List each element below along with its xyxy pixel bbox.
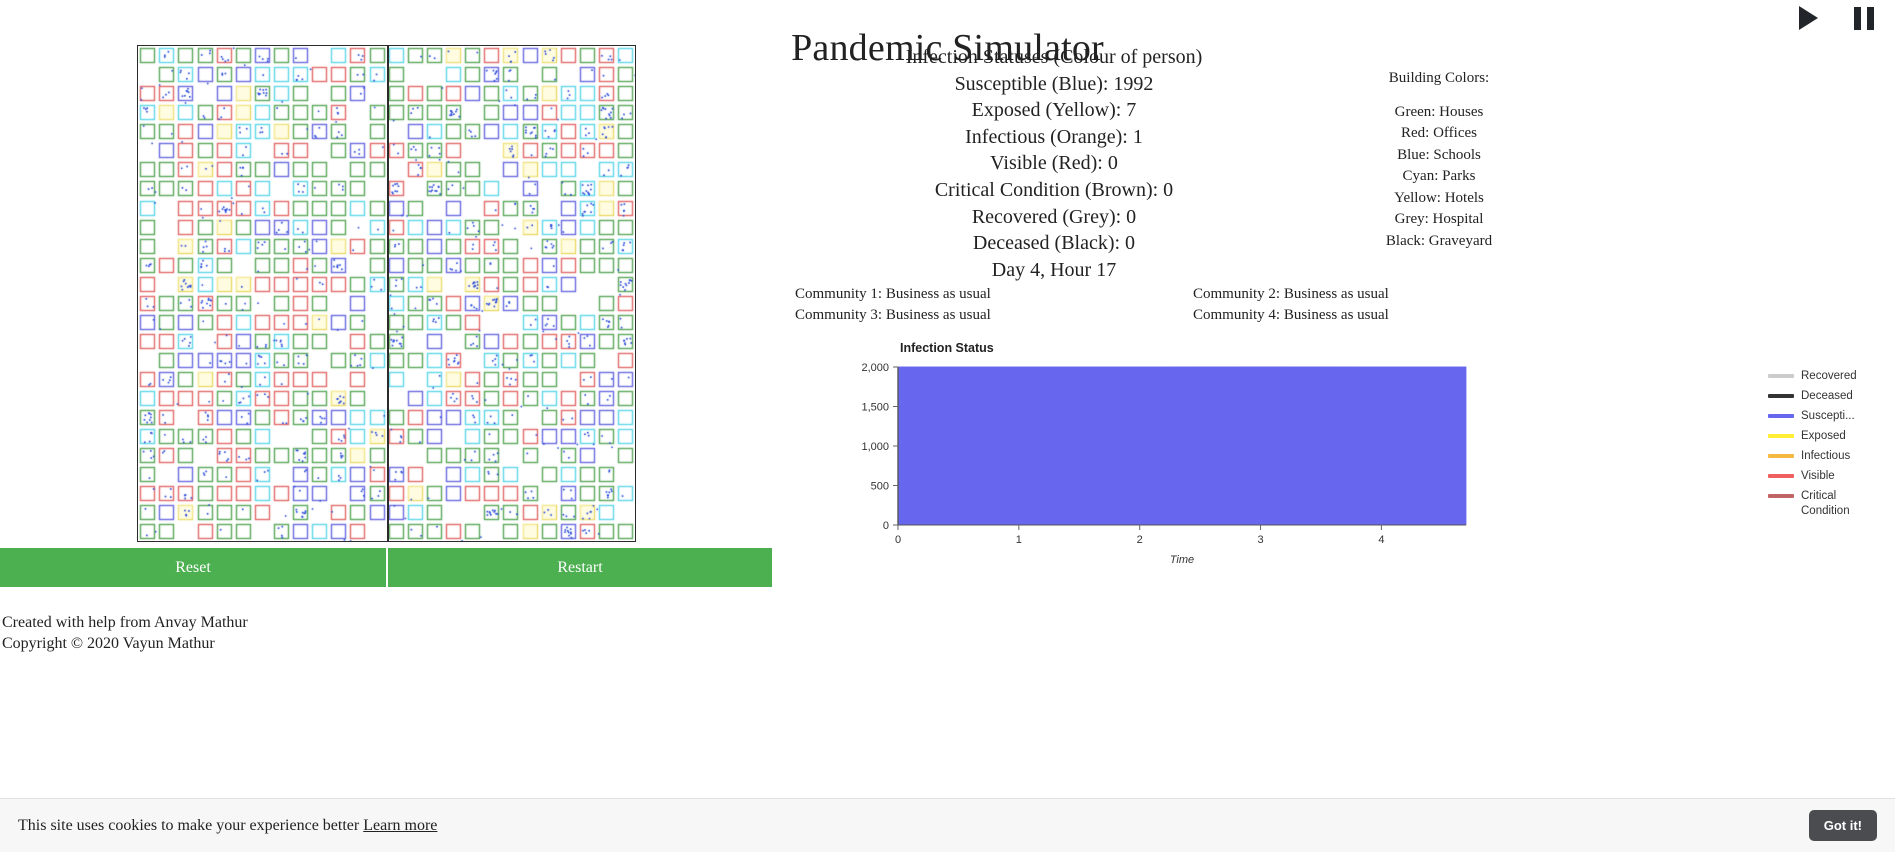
pause-button[interactable] — [1851, 4, 1877, 32]
x-tick-label: 1 — [1016, 534, 1022, 546]
y-tick-label: 1,000 — [861, 441, 889, 453]
legend-swatch-icon — [1768, 454, 1794, 458]
legend-label: Suscepti... — [1801, 409, 1855, 424]
restart-button[interactable]: Restart — [386, 548, 772, 587]
infection-statuses-panel: Infection Statuses (Colour of person) Su… — [795, 44, 1313, 283]
credits: Created with help from Anvay Mathur Copy… — [2, 612, 248, 654]
cookie-banner: This site uses cookies to make your expe… — [0, 798, 1895, 852]
building-color-item: Yellow: Hotels — [1330, 188, 1548, 210]
play-icon — [1799, 6, 1818, 30]
credits-line-2: Copyright © 2020 Vayun Mathur — [2, 633, 248, 654]
y-tick-label: 1,500 — [861, 402, 889, 414]
legend-label: Recovered — [1801, 369, 1857, 384]
building-color-item: Black: Graveyard — [1330, 231, 1548, 253]
legend-item[interactable]: Exposed — [1768, 429, 1873, 444]
legend-swatch-icon — [1768, 414, 1794, 418]
legend-swatch-icon — [1768, 474, 1794, 478]
community-status-3: Community 3: Business as usual — [795, 305, 1193, 325]
building-color-item: Red: Offices — [1330, 123, 1548, 145]
x-axis-label: Time — [1170, 554, 1194, 566]
community-status-4: Community 4: Business as usual — [1193, 305, 1495, 325]
infection-status-line: Susceptible (Blue): 1992 — [795, 71, 1313, 98]
building-colors-title: Building Colors: — [1330, 68, 1548, 90]
legend-swatch-icon — [1768, 434, 1794, 438]
legend-item[interactable]: Suscepti... — [1768, 409, 1873, 424]
infection-status-chart: Infection Status 05001,0001,5002,0000123… — [830, 335, 1875, 580]
infection-status-line: Day 4, Hour 17 — [795, 257, 1313, 284]
community-status-1: Community 1: Business as usual — [795, 284, 1193, 304]
infection-status-line: Visible (Red): 0 — [795, 150, 1313, 177]
cookie-message-text: This site uses cookies to make your expe… — [18, 817, 359, 834]
legend-swatch-icon — [1768, 494, 1794, 498]
reset-button[interactable]: Reset — [0, 548, 386, 587]
chart-plot: 0 500 1,000 1,500 2,000 0 1 2 3 4 Time — [830, 335, 1875, 580]
cookie-accept-button[interactable]: Got it! — [1809, 810, 1877, 841]
app-root: Pandemic Simulator Reset Restart Created… — [0, 0, 1895, 852]
cookie-message: This site uses cookies to make your expe… — [18, 817, 437, 835]
y-tick-label: 2,000 — [861, 362, 889, 374]
legend-item[interactable]: Recovered — [1768, 369, 1873, 384]
chart-legend: Recovered Deceased Suscepti... Exposed Infec… — [1768, 369, 1873, 524]
building-color-item: Blue: Schools — [1330, 145, 1548, 167]
legend-item[interactable]: Visible — [1768, 469, 1873, 484]
building-color-item: Cyan: Parks — [1330, 166, 1548, 188]
legend-label: Infectious — [1801, 449, 1850, 464]
infection-status-line: Recovered (Grey): 0 — [795, 204, 1313, 231]
play-button[interactable] — [1795, 4, 1821, 32]
legend-label: Visible — [1801, 469, 1835, 484]
infection-statuses-heading: Infection Statuses (Colour of person) — [795, 44, 1313, 71]
simulation-controls: Reset Restart — [0, 548, 772, 587]
infection-status-line: Deceased (Black): 0 — [795, 230, 1313, 257]
legend-item[interactable]: Deceased — [1768, 389, 1873, 404]
legend-swatch-icon — [1768, 374, 1794, 378]
simulation-grid[interactable] — [137, 45, 636, 542]
x-tick-label: 4 — [1378, 534, 1384, 546]
infection-status-line: Exposed (Yellow): 7 — [795, 97, 1313, 124]
legend-label: Deceased — [1801, 389, 1853, 404]
x-tick-label: 0 — [895, 534, 901, 546]
legend-label: Exposed — [1801, 429, 1846, 444]
pause-icon — [1854, 7, 1874, 30]
building-color-item: Grey: Hospital — [1330, 209, 1548, 231]
community-status-2: Community 2: Business as usual — [1193, 284, 1495, 304]
community-divider — [387, 46, 389, 542]
cookie-learn-more-link[interactable]: Learn more — [363, 817, 437, 834]
legend-swatch-icon — [1768, 394, 1794, 398]
infection-status-line: Critical Condition (Brown): 0 — [795, 177, 1313, 204]
infection-status-line: Infectious (Orange): 1 — [795, 124, 1313, 151]
y-tick-label: 500 — [871, 481, 889, 493]
y-tick-label: 0 — [883, 520, 889, 532]
legend-label: Critical Condition — [1801, 489, 1873, 518]
legend-item[interactable]: Infectious — [1768, 449, 1873, 464]
building-colors-panel: Building Colors: Green: HousesRed: Offic… — [1330, 68, 1548, 252]
building-color-item: Green: Houses — [1330, 102, 1548, 124]
transport-controls — [1795, 4, 1877, 32]
legend-item[interactable]: Critical Condition — [1768, 489, 1873, 518]
x-tick-label: 3 — [1257, 534, 1263, 546]
community-statuses: Community 1: Business as usualCommunity … — [795, 284, 1495, 325]
credits-line-1: Created with help from Anvay Mathur — [2, 612, 248, 633]
x-tick-label: 2 — [1137, 534, 1143, 546]
